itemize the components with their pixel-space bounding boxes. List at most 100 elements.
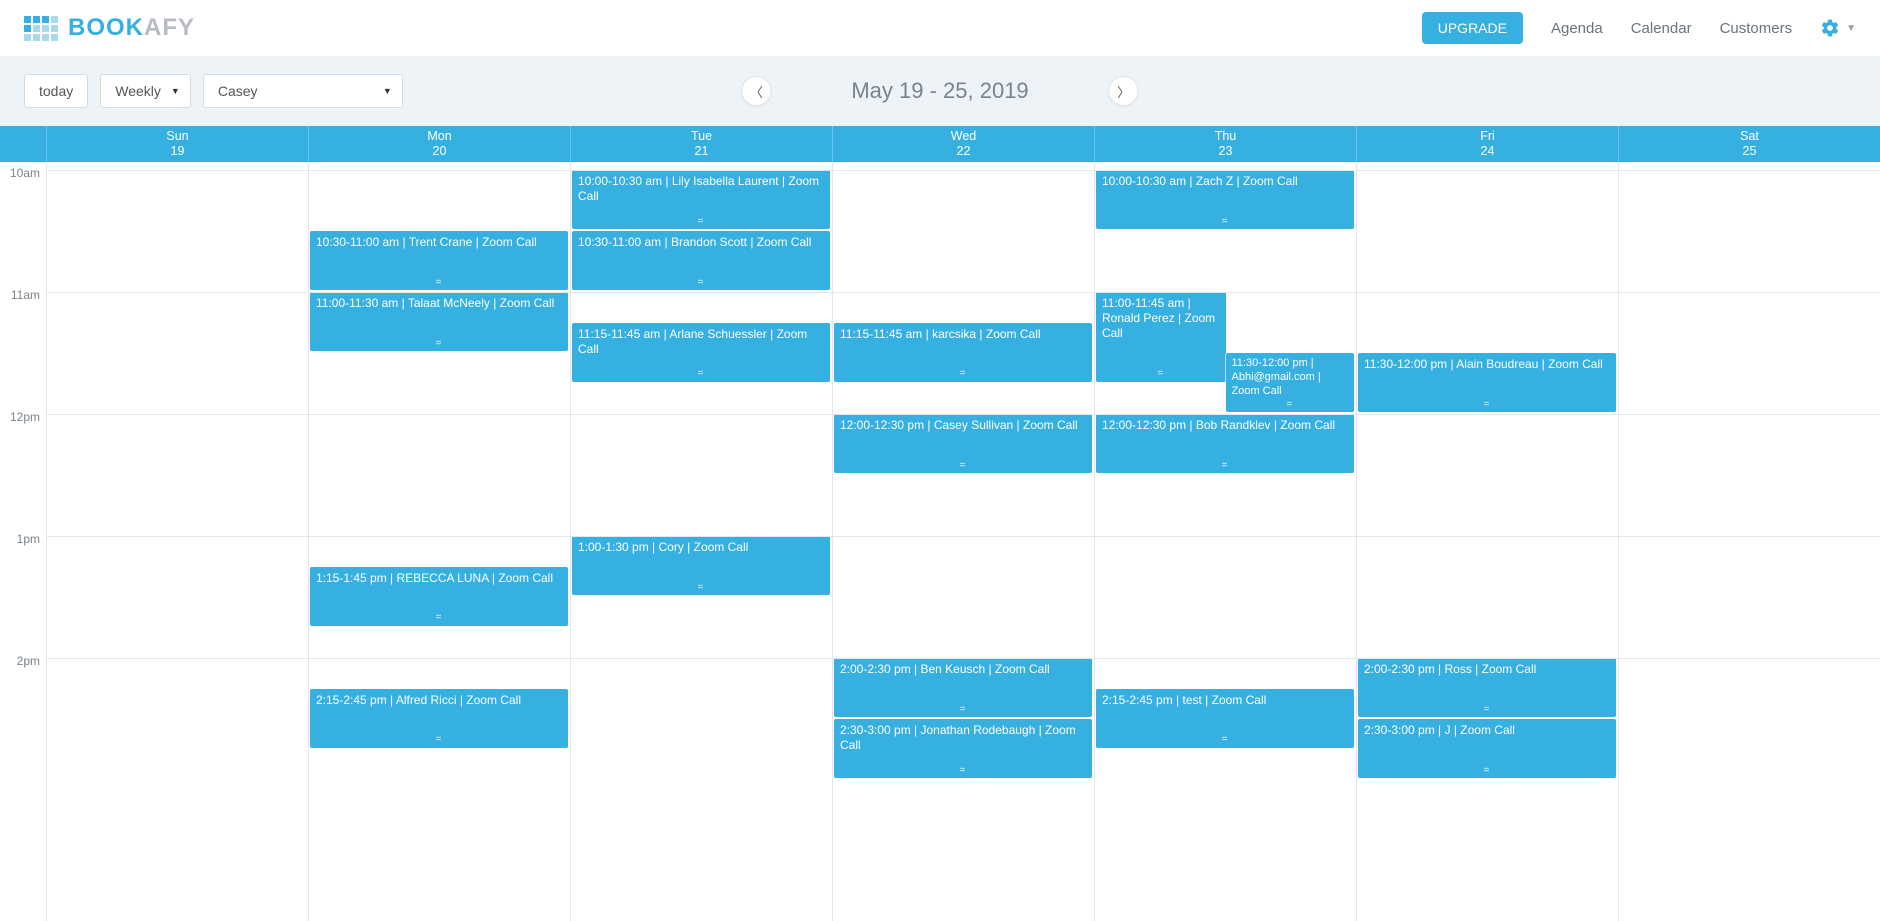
calendar-event[interactable]: 10:30-11:00 am | Brandon Scott | Zoom Ca… [572, 231, 830, 290]
calendar-event[interactable]: 11:30-12:00 pm | Alain Boudreau | Zoom C… [1358, 353, 1616, 412]
resize-handle-icon[interactable]: = [436, 277, 443, 290]
resize-handle-icon[interactable]: = [436, 734, 443, 747]
calendar-event[interactable]: 11:30-12:00 pm | Abhi@gmail.com | Zoom C… [1226, 353, 1355, 412]
day-header[interactable]: Fri24 [1356, 126, 1618, 162]
day-header[interactable]: Sun19 [46, 126, 308, 162]
day-column[interactable]: 10:00-10:30 am | Lily Isabella Laurent |… [570, 162, 832, 921]
event-label: 2:00-2:30 pm | Ross | Zoom Call [1364, 662, 1610, 677]
resize-handle-icon[interactable]: = [698, 277, 705, 290]
day-column[interactable]: 11:30-12:00 pm | Alain Boudreau | Zoom C… [1356, 162, 1618, 921]
calendar-event[interactable]: 12:00-12:30 pm | Casey Sullivan | Zoom C… [834, 414, 1092, 473]
event-label: 11:15-11:45 am | karcsika | Zoom Call [840, 327, 1086, 342]
resize-handle-icon[interactable]: = [1222, 734, 1229, 747]
time-gutter-head [0, 126, 46, 162]
day-column[interactable] [1618, 162, 1880, 921]
day-header-row: Sun19Mon20Tue21Wed22Thu23Fri24Sat25 [0, 126, 1880, 162]
resize-handle-icon[interactable]: = [1157, 368, 1164, 381]
today-button[interactable]: today [24, 74, 88, 108]
brand-text: BOOKAFY [68, 14, 195, 42]
calendar: Sun19Mon20Tue21Wed22Thu23Fri24Sat25 10am… [0, 126, 1880, 921]
resize-handle-icon[interactable]: = [698, 582, 705, 595]
event-label: 11:30-12:00 pm | Abhi@gmail.com | Zoom C… [1232, 357, 1349, 398]
resize-handle-icon[interactable]: = [436, 612, 443, 625]
next-button[interactable]: 〉 [1109, 76, 1139, 106]
resize-handle-icon[interactable]: = [1286, 399, 1293, 412]
resize-handle-icon[interactable]: = [1484, 765, 1491, 778]
resize-handle-icon[interactable]: = [1484, 399, 1491, 412]
calendar-event[interactable]: 11:15-11:45 am | karcsika | Zoom Call = [834, 323, 1092, 382]
resize-handle-icon[interactable]: = [1222, 460, 1229, 473]
event-label: 2:15-2:45 pm | Alfred Ricci | Zoom Call [316, 693, 562, 708]
brand[interactable]: BOOKAFY [24, 14, 195, 42]
day-header-num: 24 [1357, 144, 1618, 159]
day-header[interactable]: Wed22 [832, 126, 1094, 162]
nav-customers[interactable]: Customers [1720, 20, 1793, 37]
calendar-event[interactable]: 12:00-12:30 pm | Bob Randklev | Zoom Cal… [1096, 414, 1354, 473]
calendar-toolbar: today Weekly ▼ Casey ▼ 〈 May 19 - 25, 20… [0, 56, 1880, 126]
resize-handle-icon[interactable]: = [698, 368, 705, 381]
calendar-event[interactable]: 2:15-2:45 pm | test | Zoom Call = [1096, 689, 1354, 748]
brand-part2: AFY [144, 14, 195, 41]
upgrade-button[interactable]: UPGRADE [1422, 12, 1523, 44]
brand-logo-icon [24, 16, 58, 41]
event-label: 2:15-2:45 pm | test | Zoom Call [1102, 693, 1348, 708]
hour-line [46, 414, 1880, 415]
day-column[interactable] [46, 162, 308, 921]
calendar-event[interactable]: 1:00-1:30 pm | Cory | Zoom Call= [572, 536, 830, 595]
hour-line [46, 536, 1880, 537]
day-header-dow: Sun [47, 129, 308, 144]
resize-handle-icon[interactable]: = [960, 765, 967, 778]
day-header-num: 23 [1095, 144, 1356, 159]
user-select[interactable]: Casey ▼ [203, 74, 403, 108]
day-column[interactable]: 10:00-10:30 am | Zach Z | Zoom Call= 11:0… [1094, 162, 1356, 921]
hour-line [46, 658, 1880, 659]
day-header-dow: Mon [309, 129, 570, 144]
calendar-event[interactable]: 11:00-11:30 am | Talaat McNeely | Zoom C… [310, 292, 568, 351]
calendar-event[interactable]: 2:30-3:00 pm | J | Zoom Call= [1358, 719, 1616, 778]
time-label: 1pm [17, 532, 40, 546]
time-label: 10am [10, 166, 40, 180]
resize-handle-icon[interactable]: = [1222, 216, 1229, 229]
time-label: 11am [11, 288, 40, 302]
day-header[interactable]: Tue21 [570, 126, 832, 162]
view-select[interactable]: Weekly ▼ [100, 74, 191, 108]
resize-handle-icon[interactable]: = [960, 704, 967, 717]
resize-handle-icon[interactable]: = [436, 338, 443, 351]
brand-part1: BOOK [68, 14, 144, 41]
day-column[interactable]: 11:15-11:45 am | karcsika | Zoom Call=12… [832, 162, 1094, 921]
resize-handle-icon[interactable]: = [1484, 704, 1491, 717]
calendar-body[interactable]: 10am11am12pm1pm2pm 10:30-11:00 am | Tren… [0, 162, 1880, 921]
day-header[interactable]: Mon20 [308, 126, 570, 162]
calendar-event[interactable]: 10:00-10:30 am | Lily Isabella Laurent |… [572, 170, 830, 229]
day-header[interactable]: Thu23 [1094, 126, 1356, 162]
prev-button[interactable]: 〈 [741, 76, 771, 106]
resize-handle-icon[interactable]: = [698, 216, 705, 229]
calendar-event[interactable]: 2:30-3:00 pm | Jonathan Rodebaugh | Zoom… [834, 719, 1092, 778]
calendar-event[interactable]: 2:15-2:45 pm | Alfred Ricci | Zoom Call = [310, 689, 568, 748]
time-label: 12pm [10, 410, 40, 424]
resize-handle-icon[interactable]: = [960, 460, 967, 473]
event-label: 11:15-11:45 am | Arlane Schuessler | Zoo… [578, 327, 824, 357]
event-label: 11:30-12:00 pm | Alain Boudreau | Zoom C… [1364, 357, 1610, 372]
event-label: 2:00-2:30 pm | Ben Keusch | Zoom Call [840, 662, 1086, 677]
day-header[interactable]: Sat25 [1618, 126, 1880, 162]
calendar-event[interactable]: 10:00-10:30 am | Zach Z | Zoom Call= [1096, 170, 1354, 229]
day-header-dow: Thu [1095, 129, 1356, 144]
calendar-event[interactable]: 10:30-11:00 am | Trent Crane | Zoom Call… [310, 231, 568, 290]
event-label: 10:30-11:00 am | Trent Crane | Zoom Call [316, 235, 562, 250]
resize-handle-icon[interactable]: = [960, 368, 967, 381]
event-label: 11:00-11:45 am | Ronald Perez | Zoom Cal… [1102, 296, 1220, 341]
calendar-event[interactable]: 1:15-1:45 pm | REBECCA LUNA | Zoom Call= [310, 567, 568, 626]
settings-menu[interactable]: ▼ [1820, 18, 1856, 38]
chevron-right-icon: 〉 [1117, 82, 1130, 101]
day-column[interactable]: 10:30-11:00 am | Trent Crane | Zoom Call… [308, 162, 570, 921]
calendar-event[interactable]: 11:15-11:45 am | Arlane Schuessler | Zoo… [572, 323, 830, 382]
day-header-num: 20 [309, 144, 570, 159]
nav-agenda[interactable]: Agenda [1551, 20, 1603, 37]
event-label: 11:00-11:30 am | Talaat McNeely | Zoom C… [316, 296, 562, 311]
chevron-down-icon: ▼ [383, 86, 392, 96]
calendar-event[interactable]: 11:00-11:45 am | Ronald Perez | Zoom Cal… [1096, 292, 1226, 382]
calendar-event[interactable]: 2:00-2:30 pm | Ben Keusch | Zoom Call = [834, 658, 1092, 717]
calendar-event[interactable]: 2:00-2:30 pm | Ross | Zoom Call = [1358, 658, 1616, 717]
nav-calendar[interactable]: Calendar [1631, 20, 1692, 37]
